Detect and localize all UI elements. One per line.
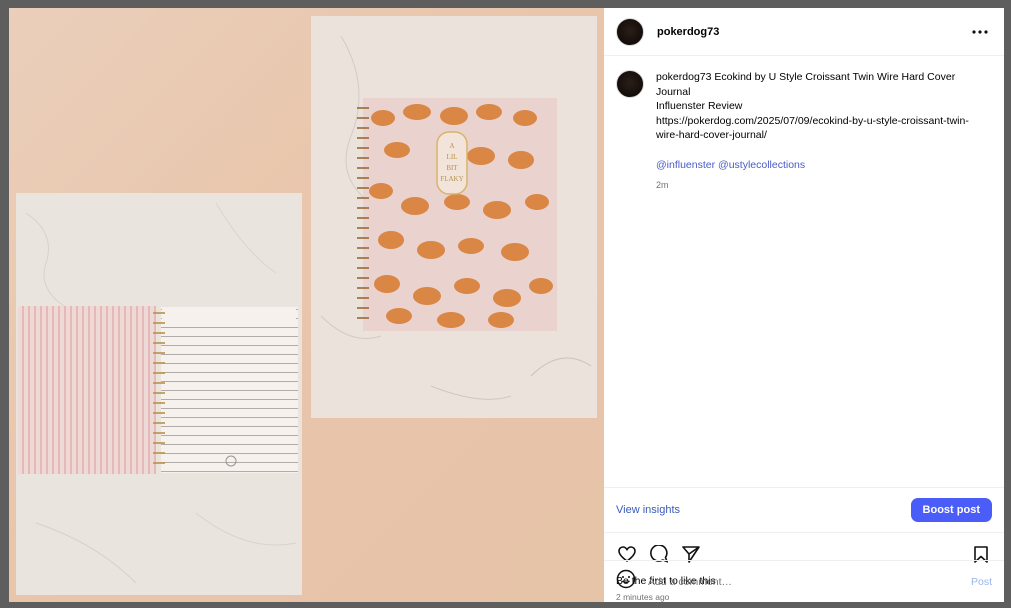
- more-options-button[interactable]: [968, 20, 992, 44]
- post-side-panel: pokerdog73 pokerdog73 Ecokind by U Style…: [604, 8, 1004, 602]
- mentions: @influenster @ustylecollections: [656, 158, 984, 173]
- comment-input[interactable]: Add a comment…: [648, 576, 971, 588]
- comment-bar: Add a comment… Post: [604, 560, 1004, 602]
- caption-link[interactable]: https://pokerdog.com/2025/07/09/ecokind-…: [656, 114, 984, 143]
- emoji-button[interactable]: [616, 569, 636, 594]
- avatar[interactable]: [616, 17, 644, 46]
- open-journal-illustration: [16, 193, 302, 595]
- journal-cover-illustration: A LIL BIT FLAKY: [311, 16, 597, 418]
- post-comment-button[interactable]: Post: [971, 576, 992, 588]
- post-media[interactable]: A LIL BIT FLAKY: [9, 8, 604, 602]
- post-header: pokerdog73: [604, 8, 1004, 56]
- journal-cover-photo: A LIL BIT FLAKY: [311, 16, 597, 418]
- caption-age: 2m: [656, 180, 669, 190]
- caption-avatar[interactable]: [616, 70, 644, 98]
- insights-row: View insights Boost post: [604, 487, 1004, 533]
- caption-line-2: Influenster Review: [656, 100, 743, 112]
- caption-text: pokerdog73 Ecokind by U Style Croissant …: [656, 70, 984, 487]
- emoji-icon: [616, 569, 636, 589]
- caption-username[interactable]: pokerdog73: [656, 71, 711, 83]
- boost-post-button[interactable]: Boost post: [910, 498, 992, 522]
- more-horizontal-icon: [972, 29, 988, 34]
- cover-word-4: FLAKY: [440, 175, 463, 183]
- cover-word-3: BIT: [446, 164, 458, 172]
- view-insights-link[interactable]: View insights: [616, 504, 680, 516]
- mention-ustylecollections[interactable]: @ustylecollections: [718, 159, 805, 171]
- open-journal-photo: [16, 193, 302, 595]
- cover-word-2: LIL: [447, 153, 458, 161]
- mention-influenster[interactable]: @influenster: [656, 159, 715, 171]
- caption-section: pokerdog73 Ecokind by U Style Croissant …: [604, 56, 1004, 487]
- post-username[interactable]: pokerdog73: [657, 26, 719, 38]
- cover-word-1: A: [449, 142, 454, 150]
- post-modal: A LIL BIT FLAKY pokerdog73 pokerdog73 Ec…: [9, 8, 1004, 602]
